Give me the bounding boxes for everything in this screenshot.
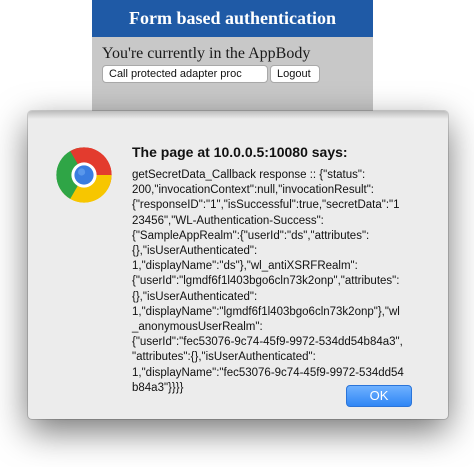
ok-button[interactable]: OK [346,385,412,407]
app-header: Form based authentication [92,0,373,37]
alert-dialog: The page at 10.0.0.5:10080 says: getSecr… [28,111,448,419]
dialog-message: getSecretData_Callback response :: {"sta… [132,169,404,394]
chrome-icon [56,147,112,203]
app-body-text: You're currently in the AppBody [102,45,311,62]
logout-button[interactable]: Logout [270,65,320,83]
dialog-top-shadow [28,111,448,119]
dialog-title: The page at 10.0.0.5:10080 says: [132,144,348,160]
call-protected-adapter-button[interactable]: Call protected adapter proc [102,65,268,83]
app-header-title: Form based authentication [129,8,336,28]
